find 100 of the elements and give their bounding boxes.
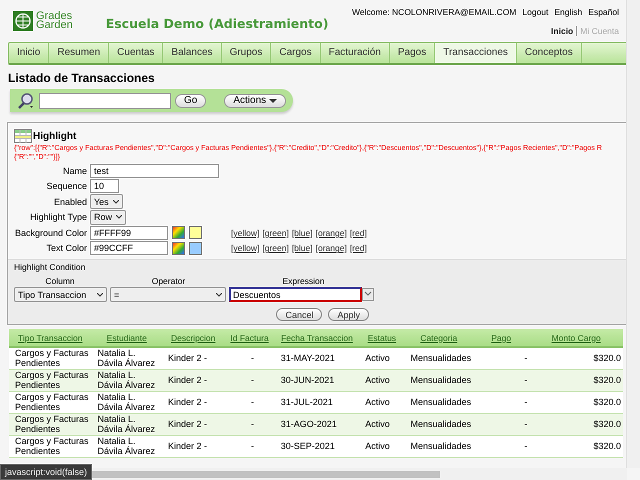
section-label: Highlight Condition [14, 262, 86, 272]
table-cell: Cargos y Facturas Pendientes [9, 369, 92, 391]
nav-tab[interactable]: Cargos [271, 43, 321, 63]
actions-button[interactable]: Actions [224, 94, 286, 108]
chevron-icon [116, 215, 122, 220]
header-link[interactable]: English [554, 7, 582, 17]
table-cell: Kinder 2 - [162, 391, 224, 413]
nav-tab[interactable]: Conceptos [516, 43, 582, 63]
account-link[interactable]: Inicio [551, 26, 574, 36]
column-header[interactable]: Categoria [404, 329, 473, 347]
field-label: Enabled [52, 196, 88, 207]
table-cell: - [472, 347, 530, 369]
column-header: Column [44, 276, 76, 286]
header-link[interactable]: Logout [522, 7, 548, 17]
table-cell: Mensualidades [404, 369, 473, 391]
apply-button[interactable]: Apply [328, 308, 369, 321]
field-label: Name [62, 166, 88, 176]
table-cell: Natalia L. Dávila Álvarez [92, 413, 162, 435]
color-link[interactable]: [orange] [316, 228, 347, 238]
table-cell: Activo [359, 435, 405, 457]
table-cell: - [472, 435, 530, 457]
table-cell: - [224, 391, 275, 413]
cancel-button[interactable]: Cancel [276, 308, 322, 321]
go-button[interactable]: Go [175, 94, 206, 108]
select-field[interactable]: Tipo Transaccion [14, 287, 107, 302]
color-field[interactable]: #99CCFF [90, 241, 168, 256]
column-header: Operator [150, 276, 186, 286]
color-link[interactable]: [red] [350, 228, 367, 238]
table-cell: - [224, 413, 275, 435]
select-field[interactable]: = [110, 287, 226, 302]
color-picker-icon[interactable] [172, 242, 185, 255]
nav-tab[interactable]: Transacciones [435, 43, 517, 63]
expression-field[interactable]: Descuentos [229, 287, 362, 302]
table-cell: Cargos y Facturas Pendientes [9, 413, 92, 435]
table-cell: Natalia L. Dávila Álvarez [92, 369, 162, 391]
name-field[interactable]: test [90, 164, 219, 178]
color-picker-icon[interactable] [172, 226, 185, 240]
color-link[interactable]: [yellow] [231, 243, 260, 254]
table-cell: Kinder 2 - [162, 413, 224, 435]
nav-tab[interactable]: Inicio [9, 43, 50, 63]
column-header[interactable]: Tipo Transaccion [9, 329, 92, 347]
field-label: Text Color [45, 243, 88, 254]
color-link[interactable]: [blue] [292, 228, 313, 238]
column-header[interactable]: Monto Cargo [529, 329, 623, 347]
table-icon [14, 129, 32, 143]
table-cell: Mensualidades [404, 413, 473, 435]
field-label: Background Color [14, 228, 88, 238]
nav-tab[interactable]: Resumen [49, 43, 110, 63]
table-cell: Mensualidades [404, 435, 473, 457]
vertical-scrollbar[interactable] [626, 0, 640, 468]
column-header: Expression [281, 276, 326, 286]
table-cell: - [224, 435, 275, 457]
logo-text: Garden [36, 21, 73, 30]
chevron-icon [97, 292, 103, 296]
select-field[interactable]: Row [90, 210, 126, 225]
color-field[interactable]: #FFFF99 [90, 226, 168, 240]
color-link[interactable]: [red] [350, 243, 367, 254]
search-field[interactable] [39, 92, 171, 108]
table-cell: Natalia L. Dávila Álvarez [92, 391, 162, 413]
school-title: Escuela Demo (Adiestramiento) [106, 16, 328, 31]
table-cell: Natalia L. Dávila Álvarez [92, 435, 162, 457]
table-cell: 31-AGO-2021 [274, 413, 360, 435]
select-field[interactable]: Yes [90, 194, 123, 210]
nav-tab[interactable]: Cuentas [109, 43, 164, 63]
color-link[interactable]: [orange] [316, 243, 347, 254]
color-link[interactable]: [green] [262, 228, 289, 238]
field-label: Sequence [45, 181, 88, 192]
column-header[interactable]: Pago [472, 329, 530, 347]
sequence-field[interactable]: 10 [90, 179, 119, 194]
table-cell: - [472, 369, 530, 391]
column-header[interactable]: Id Factura [224, 329, 275, 347]
table-cell: $320.0 [529, 347, 623, 369]
nav-tab[interactable]: Balances [163, 43, 222, 63]
color-link[interactable]: [green] [262, 243, 289, 254]
caret-icon [269, 98, 278, 102]
header-link[interactable]: Español [588, 7, 619, 17]
nav-tab[interactable]: Facturación [320, 43, 390, 63]
globe-icon [12, 10, 34, 32]
table-cell: Mensualidades [404, 391, 473, 413]
color-link[interactable]: [blue] [292, 243, 313, 254]
chevron-icon [216, 292, 222, 296]
column-header[interactable]: Descripcion [162, 329, 224, 347]
table-cell: Kinder 2 - [162, 369, 224, 391]
table-cell: - [224, 369, 275, 391]
logo[interactable]: Grades Garden [12, 10, 73, 32]
nav-tab[interactable]: Grupos [222, 43, 272, 63]
table-cell: $320.0 [529, 369, 623, 391]
table-cell: Cargos y Facturas Pendientes [9, 435, 92, 457]
page-title: Listado de Transacciones [8, 71, 156, 85]
table-cell: 31-MAY-2021 [274, 347, 360, 369]
field-label: Highlight Type [29, 212, 88, 222]
logo-text: Grades [36, 12, 73, 21]
search-icon [18, 92, 35, 109]
table-cell: Activo [359, 391, 405, 413]
dropdown-button[interactable] [362, 288, 374, 301]
column-header[interactable]: Estudiante [92, 329, 162, 347]
color-link[interactable]: [yellow] [231, 228, 260, 238]
column-header[interactable]: Estatus [359, 329, 405, 347]
table-cell: $320.0 [529, 413, 623, 435]
column-header[interactable]: Fecha Transaccion [274, 329, 360, 347]
